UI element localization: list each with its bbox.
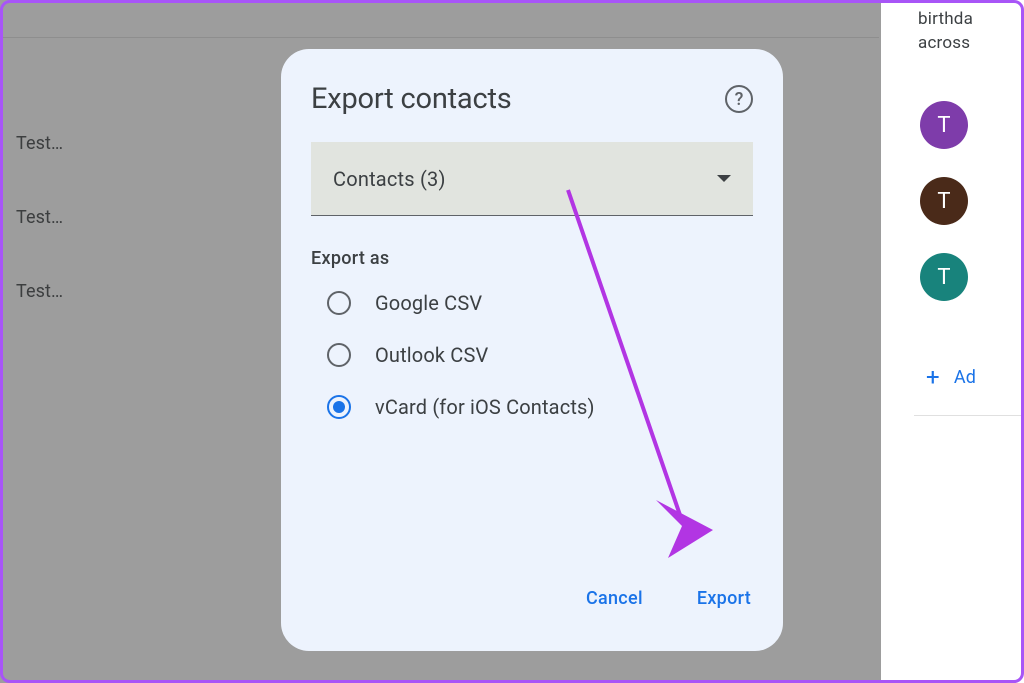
radio-option-google-csv[interactable]: Google CSV xyxy=(327,291,753,315)
radio-option-outlook-csv[interactable]: Outlook CSV xyxy=(327,343,753,367)
radio-icon xyxy=(327,291,351,315)
radio-icon-selected xyxy=(327,395,351,419)
dropdown-value: Contacts (3) xyxy=(333,167,446,191)
cancel-button[interactable]: Cancel xyxy=(584,578,645,619)
export-contacts-dialog: Export contacts ? Contacts (3) Export as… xyxy=(281,49,783,651)
add-contact-button[interactable]: + Ad xyxy=(926,363,1024,391)
chevron-down-icon xyxy=(717,175,731,182)
radio-label: vCard (for iOS Contacts) xyxy=(375,395,595,419)
contact-avatar[interactable]: T xyxy=(920,101,968,149)
radio-icon xyxy=(327,343,351,367)
sidebar-hint-text: birthda across xyxy=(918,7,1024,55)
dialog-title: Export contacts xyxy=(311,82,512,116)
add-contact-label: Ad xyxy=(954,367,976,388)
right-sidebar: birthda across T T T + Ad xyxy=(914,0,1024,683)
help-icon[interactable]: ? xyxy=(725,85,753,113)
divider xyxy=(914,415,1024,416)
radio-option-vcard[interactable]: vCard (for iOS Contacts) xyxy=(327,395,753,419)
contact-avatar[interactable]: T xyxy=(920,253,968,301)
export-button[interactable]: Export xyxy=(695,578,753,619)
radio-label: Outlook CSV xyxy=(375,343,488,367)
export-format-radio-group: Google CSV Outlook CSV vCard (for iOS Co… xyxy=(311,291,753,419)
export-as-label: Export as xyxy=(311,248,753,269)
plus-icon: + xyxy=(926,363,940,391)
contacts-source-dropdown[interactable]: Contacts (3) xyxy=(311,142,753,216)
contact-avatar[interactable]: T xyxy=(920,177,968,225)
radio-label: Google CSV xyxy=(375,291,482,315)
